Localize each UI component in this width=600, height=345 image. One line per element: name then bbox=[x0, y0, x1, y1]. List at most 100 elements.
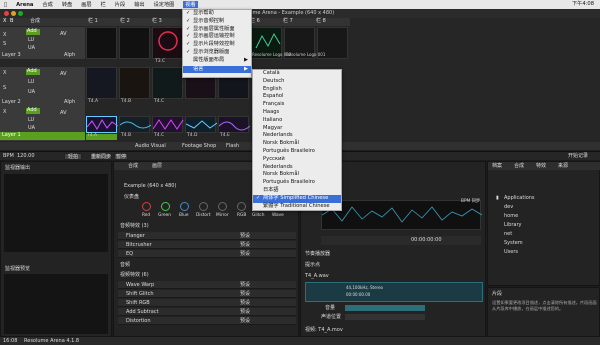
x-button[interactable]: X bbox=[3, 19, 6, 24]
language-option[interactable]: Norsk Bokmål bbox=[253, 140, 341, 148]
layer2-x[interactable]: X bbox=[3, 71, 6, 76]
tab-footage-shop[interactable]: Footage Shop bbox=[182, 143, 216, 149]
folder-system[interactable]: System bbox=[504, 241, 523, 246]
tab-effects[interactable]: 特效 bbox=[536, 163, 546, 169]
menu-layer[interactable]: 画层 bbox=[81, 1, 91, 8]
tab-flash[interactable]: Flash bbox=[226, 143, 239, 149]
knob-green[interactable] bbox=[161, 202, 170, 211]
tab-files[interactable]: 档案 bbox=[492, 163, 502, 169]
column-1[interactable]: 栏 1 bbox=[88, 19, 98, 24]
language-option[interactable]: Русский bbox=[253, 156, 341, 164]
folder-users[interactable]: Users bbox=[504, 250, 518, 255]
language-option[interactable]: Nederlands bbox=[253, 132, 341, 140]
layer3-lu[interactable]: LU bbox=[28, 38, 34, 43]
layer3-ua[interactable]: UA bbox=[28, 46, 35, 51]
language-option[interactable]: Italiano bbox=[253, 117, 341, 125]
knob-mirror[interactable] bbox=[218, 202, 227, 211]
tab-composition[interactable]: 合成 bbox=[128, 163, 138, 169]
layer2-add-blend[interactable]: Add bbox=[26, 69, 40, 75]
volume-slider[interactable] bbox=[345, 305, 425, 311]
layer2-s[interactable]: S bbox=[3, 86, 6, 91]
pan-slider[interactable] bbox=[345, 314, 425, 320]
folder-net[interactable]: net bbox=[504, 232, 512, 237]
tap-button[interactable]: 轻拍 bbox=[64, 153, 82, 160]
bpm-sync-label[interactable]: BPM 同步 bbox=[461, 199, 480, 204]
effect-eq[interactable]: EQ 预设 bbox=[118, 250, 296, 258]
knob-blue[interactable] bbox=[180, 202, 189, 211]
language-option[interactable]: Deutsch bbox=[253, 78, 341, 86]
clip-l1-1[interactable] bbox=[86, 116, 119, 133]
layer1-ua[interactable]: UA bbox=[28, 126, 35, 131]
menu-output[interactable]: 输出 bbox=[134, 1, 144, 8]
language-option[interactable]: Magyar bbox=[253, 125, 341, 133]
language-option[interactable]: Norsk Bokmål bbox=[253, 171, 341, 179]
effect-shift-rgb[interactable]: Shift RGB 预设 bbox=[118, 299, 296, 307]
folder-library[interactable]: Library bbox=[504, 223, 521, 228]
effect-shift-rgb-preset[interactable]: 预设 bbox=[240, 300, 250, 306]
language-option[interactable]: Français bbox=[253, 101, 341, 109]
layer2-lu[interactable]: LU bbox=[28, 80, 34, 85]
language-option[interactable]: Español bbox=[253, 93, 341, 101]
app-menu[interactable]: Arena bbox=[16, 2, 33, 8]
clip-l1-3[interactable] bbox=[152, 116, 184, 133]
menu-compose[interactable]: 合成 bbox=[42, 1, 52, 8]
menu-mapping[interactable]: 设定地图 bbox=[154, 1, 175, 8]
view-menu-item[interactable]: 属性版面布局 ▶ bbox=[183, 57, 251, 65]
audio-track[interactable]: 44,100kHz, Stereo 00:00:00.00 bbox=[305, 282, 483, 302]
layer-2-name[interactable]: Layer 2 bbox=[2, 100, 21, 105]
layer1-x[interactable]: X bbox=[3, 110, 6, 115]
apple-icon[interactable]:  bbox=[4, 2, 7, 8]
clip-l2-1[interactable] bbox=[86, 67, 117, 99]
minimize-icon[interactable] bbox=[11, 11, 16, 16]
knob-distort[interactable] bbox=[199, 202, 208, 211]
layer1-add-blend[interactable]: Add bbox=[26, 108, 40, 114]
effect-eq-preset[interactable]: 预设 bbox=[240, 251, 250, 257]
view-menu-item[interactable]: ✓ 显示片段特效控制 bbox=[183, 41, 251, 49]
clip-l2-3[interactable] bbox=[152, 67, 183, 99]
effect-distortion-preset[interactable]: 预设 bbox=[240, 318, 250, 324]
tab-compositions[interactable]: 合成 bbox=[514, 163, 524, 169]
compose-label[interactable]: 合成 bbox=[30, 19, 40, 24]
language-option[interactable]: English bbox=[253, 86, 341, 94]
layer3-add-blend[interactable]: Add bbox=[26, 29, 40, 35]
language-option[interactable]: 日本語 bbox=[253, 187, 341, 195]
resync-button[interactable]: 重新同步 bbox=[90, 153, 112, 160]
effect-wave-warp-preset[interactable]: 预设 bbox=[240, 282, 250, 288]
language-option[interactable]: ✓ 简体字 Simplified Chinese bbox=[253, 194, 341, 203]
clip-l3-3[interactable] bbox=[152, 27, 183, 59]
effect-add-subtract-preset[interactable]: 预设 bbox=[240, 309, 250, 315]
menu-deck[interactable]: 转盘 bbox=[62, 1, 72, 8]
language-option[interactable]: Português Brasileiro bbox=[253, 179, 341, 187]
view-menu-item[interactable]: ✓ 显示音频控制 bbox=[183, 18, 251, 26]
language-option[interactable]: Haags bbox=[253, 109, 341, 117]
layer-1-name[interactable]: Layer 1 bbox=[0, 132, 85, 140]
clip-l3-2[interactable] bbox=[119, 27, 150, 59]
knob-rgb[interactable] bbox=[237, 202, 246, 211]
view-menu-item[interactable]: ✓ 显示帮助 bbox=[183, 10, 251, 18]
layer-3-name[interactable]: Layer 3 bbox=[2, 53, 21, 58]
layer3-s[interactable]: S bbox=[3, 42, 6, 47]
language-option[interactable]: Català bbox=[253, 70, 341, 78]
record-button[interactable]: 开始记录 bbox=[568, 154, 588, 159]
column-2[interactable]: 栏 2 bbox=[120, 19, 130, 24]
clip-l3-1[interactable] bbox=[86, 27, 117, 59]
effect-bitcrusher-preset[interactable]: 预设 bbox=[240, 242, 250, 248]
clip-l1-5[interactable] bbox=[218, 116, 251, 133]
close-icon[interactable] bbox=[4, 11, 9, 16]
effect-distortion[interactable]: Distortion 预设 bbox=[118, 317, 296, 325]
menu-column[interactable]: 栏 bbox=[101, 1, 106, 8]
effect-shift-glitch[interactable]: Shift Glitch 预设 bbox=[118, 290, 296, 298]
zoom-icon[interactable] bbox=[18, 11, 23, 16]
clip-l1-2[interactable] bbox=[119, 116, 152, 133]
layer1-lu[interactable]: LU bbox=[28, 118, 34, 123]
layer2-ua[interactable]: UA bbox=[28, 90, 35, 95]
effect-shift-glitch-preset[interactable]: 预设 bbox=[240, 291, 250, 297]
effect-wave-warp[interactable]: Wave Warp 预设 bbox=[118, 281, 296, 289]
effect-bitcrusher[interactable]: Bitcrusher 预设 bbox=[118, 241, 296, 249]
effect-flanger[interactable]: Flanger 预设 bbox=[118, 232, 296, 240]
folder-applications[interactable]: Applications bbox=[504, 196, 535, 201]
folder-home[interactable]: home bbox=[504, 214, 518, 219]
pause-button[interactable]: 暂停 bbox=[114, 153, 128, 160]
column-3[interactable]: 栏 3 bbox=[152, 19, 162, 24]
clip-l2-2[interactable] bbox=[119, 67, 150, 99]
